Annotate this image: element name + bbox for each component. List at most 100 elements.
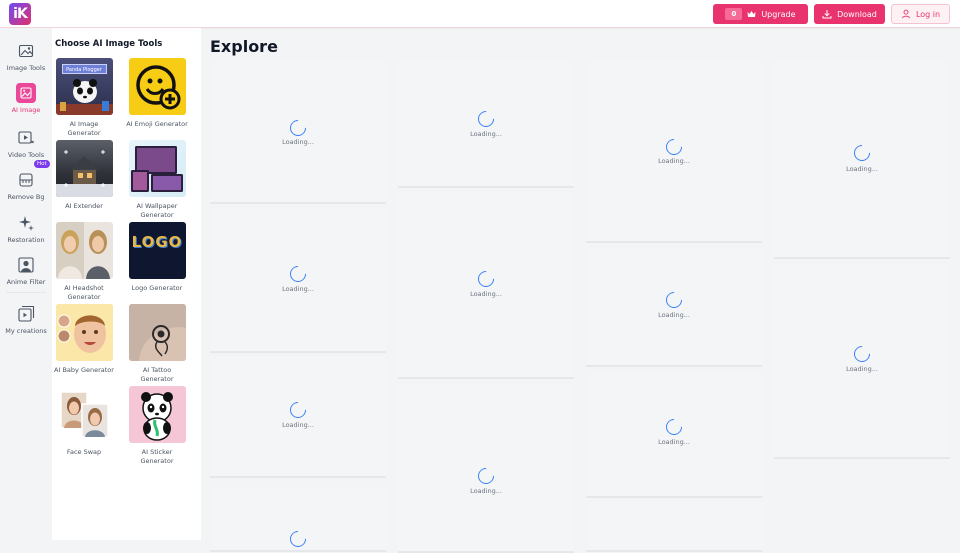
loading-text: Loading... — [282, 421, 314, 429]
explore-card[interactable]: Loading... — [210, 357, 386, 478]
panda-illustration — [55, 79, 113, 115]
tool-label: AI Sticker Generator — [140, 448, 174, 465]
house-illustration — [55, 150, 113, 197]
ai-image-icon — [16, 83, 36, 103]
remove-bg-icon — [19, 173, 33, 187]
credits-upgrade-button[interactable]: 0 Upgrade — [713, 4, 808, 24]
rail-item-label: Video Tools — [7, 151, 45, 159]
tattoo-illustration — [128, 304, 186, 361]
rail-item-restoration[interactable]: Restoration — [0, 213, 52, 244]
app-logo[interactable]: iK — [9, 3, 31, 25]
tool-label: Face Swap — [66, 448, 102, 456]
explore-card[interactable]: Loading... — [210, 61, 386, 204]
tool-face-swap[interactable]: Face Swap — [53, 386, 115, 457]
rail-item-anime-filter[interactable]: Anime Filter — [0, 255, 52, 286]
loading-text: Loading... — [658, 157, 690, 165]
tool-ai-baby-generator[interactable]: AI Baby Generator — [53, 304, 115, 375]
explore-card[interactable]: Loading... — [398, 61, 574, 188]
face-swap-illustration — [59, 391, 109, 438]
tool-ai-image-generator[interactable]: Panda Plogger AI Image Generator — [53, 58, 115, 138]
hot-badge: Hot — [34, 160, 50, 168]
ai-tattoo-generator-thumbnail — [128, 304, 186, 361]
headshot-illustration — [55, 222, 110, 279]
ai-emoji-generator-thumbnail — [128, 58, 186, 115]
devices-illustration — [130, 146, 183, 192]
ai-baby-generator-thumbnail — [55, 304, 113, 361]
loading-text: Loading... — [846, 165, 878, 173]
rail-item-my-creations[interactable]: My creations — [0, 304, 52, 335]
login-button[interactable]: Log in — [891, 4, 950, 24]
card-placeholder — [586, 502, 762, 550]
loading-text: Loading... — [658, 311, 690, 319]
video-tools-icon — [18, 131, 34, 144]
explore-card[interactable]: Loading... — [586, 371, 762, 498]
tool-label: AI Headshot Generator — [64, 284, 104, 301]
tool-label: AI Emoji Generator — [126, 120, 188, 128]
rail-item-remove-bg[interactable]: Remove Bg — [0, 170, 52, 201]
explore-card[interactable]: Loading... — [398, 383, 574, 553]
rail-item-label: AI Image — [11, 106, 41, 114]
ai-image-generator-thumbnail: Panda Plogger — [55, 58, 113, 115]
crown-icon — [747, 11, 756, 17]
explore-card[interactable]: Loading... — [774, 61, 950, 259]
explore-card[interactable]: Loading... — [586, 247, 762, 367]
download-icon — [822, 10, 832, 19]
rail-item-label: My creations — [5, 327, 47, 335]
tool-ai-tattoo-generator[interactable]: AI Tattoo Generator — [126, 304, 188, 384]
tool-ai-wallpaper-generator[interactable]: AI Wallpaper Generator — [126, 140, 188, 220]
page-title: Explore — [210, 37, 278, 56]
logo-thumbnail-text: LOGO — [131, 233, 183, 251]
download-button[interactable]: Download — [814, 4, 885, 24]
tool-label: AI Baby Generator — [54, 366, 114, 374]
panel-title: Choose AI Image Tools — [55, 39, 163, 49]
rail-item-label: Anime Filter — [6, 278, 46, 286]
rail-item-label: Image Tools — [6, 64, 46, 72]
tool-label: AI Tattoo Generator — [140, 366, 174, 383]
explore-card[interactable]: Loading... — [210, 208, 386, 353]
ai-image-tools-panel: Choose AI Image Tools Panda Plogger AI I… — [52, 28, 201, 540]
tool-ai-sticker-generator[interactable]: AI Sticker Generator — [126, 386, 188, 466]
tool-label: Logo Generator — [131, 284, 183, 292]
explore-card[interactable]: Loading... — [774, 263, 950, 459]
upgrade-label: Upgrade — [761, 9, 796, 19]
explore-card[interactable] — [586, 502, 762, 552]
my-creations-icon — [18, 305, 35, 322]
tool-ai-headshot-generator[interactable]: AI Headshot Generator — [53, 222, 115, 302]
baby-illustration — [55, 304, 113, 361]
panda-sticker-illustration — [140, 392, 173, 441]
rail-divider — [6, 292, 46, 293]
loading-text: Loading... — [846, 365, 878, 373]
rail-item-ai-image[interactable]: AI Image — [0, 83, 52, 114]
ai-sticker-generator-thumbnail — [128, 386, 186, 443]
ai-headshot-generator-thumbnail — [55, 222, 113, 279]
rail-item-video-tools[interactable]: Video Tools — [0, 128, 52, 159]
tool-label: AI Wallpaper Generator — [136, 202, 178, 219]
emoji-plus-icon — [135, 65, 180, 110]
explore-card[interactable]: Loading... — [398, 192, 574, 379]
login-label: Log in — [915, 9, 941, 19]
rail-item-label: Restoration — [7, 236, 45, 244]
ai-wallpaper-generator-thumbnail — [128, 140, 186, 197]
rail-item-label: Remove Bg — [7, 193, 45, 201]
ai-extender-thumbnail — [55, 140, 113, 197]
rail-item-image-tools[interactable]: Image Tools — [0, 41, 52, 72]
tool-ai-emoji-generator[interactable]: AI Emoji Generator — [126, 58, 188, 129]
credits-count: 0 — [725, 8, 743, 20]
loading-text: Loading... — [282, 285, 314, 293]
download-label: Download — [837, 9, 877, 19]
face-swap-thumbnail — [55, 386, 113, 443]
explore-card[interactable] — [210, 482, 386, 552]
loading-text: Loading... — [282, 138, 314, 146]
anime-filter-icon — [18, 257, 34, 273]
tool-logo-generator[interactable]: LOGO Logo Generator — [126, 222, 188, 293]
tool-label: AI Image Generator — [67, 120, 101, 137]
left-rail-nav: Image Tools AI Image Video Tools Hot Rem… — [0, 28, 52, 540]
explore-card[interactable]: Loading... — [586, 61, 762, 243]
top-header: iK 0 Upgrade Download Log in — [0, 0, 960, 28]
sparkle-icon — [19, 216, 34, 231]
logo-generator-thumbnail: LOGO — [128, 222, 186, 279]
loading-text: Loading... — [470, 290, 502, 298]
tool-ai-extender[interactable]: AI Extender — [53, 140, 115, 211]
loading-text: Loading... — [658, 438, 690, 446]
image-tools-icon — [18, 44, 34, 58]
